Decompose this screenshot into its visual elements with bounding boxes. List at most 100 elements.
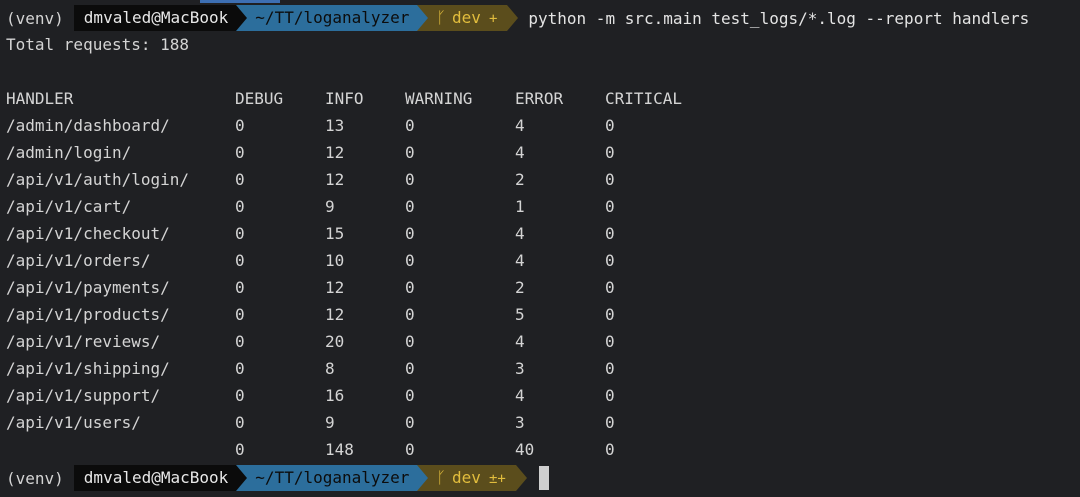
table-header-debug-cell: DEBUG (235, 89, 284, 108)
table-row-critical-cell: 0 (605, 251, 615, 270)
table-totals-row-debug-cell: 0 (235, 440, 245, 459)
active-tab-indicator (200, 0, 280, 3)
table-row-debug-cell: 0 (235, 170, 245, 189)
table-row-info-cell: 10 (325, 251, 345, 270)
table-row-debug-cell: 0 (235, 251, 245, 270)
table-row-error-cell: 4 (515, 224, 525, 243)
table-row-warning-cell: 0 (405, 413, 415, 432)
table-row-critical-cell: 0 (605, 413, 615, 432)
table-row-info-cell: 15 (325, 224, 345, 243)
total-requests-line: Total requests: 188 (6, 35, 190, 54)
table-row-critical-cell: 0 (605, 332, 615, 351)
table-row-debug-cell: 0 (235, 224, 245, 243)
table-row-warning-cell: 0 (405, 197, 415, 216)
table-row-handler-cell: /admin/dashboard/ (6, 116, 170, 135)
user-host-segment: dmvaled@MacBook (73, 465, 237, 491)
table-row-info-cell: 9 (325, 197, 335, 216)
table-row-error-cell: 2 (515, 278, 525, 297)
table-row-critical-cell: 0 (605, 386, 615, 405)
table-row-info-cell: 12 (325, 143, 345, 162)
table-row-error-cell: 4 (515, 143, 525, 162)
table-row-critical-cell: 0 (605, 224, 615, 243)
table-totals-row-info-cell: 148 (325, 440, 354, 459)
prompt-separator-arrow (236, 5, 248, 31)
git-segment: ᚴ dev + (428, 5, 508, 31)
table-totals-row-error-cell: 40 (515, 440, 535, 459)
table-row-info-cell: 16 (325, 386, 345, 405)
table-row-warning-cell: 0 (405, 386, 415, 405)
table-row-debug-cell: 0 (235, 143, 245, 162)
table-row-critical-cell: 0 (605, 305, 615, 324)
git-branch-icon: ᚴ (436, 468, 447, 487)
table-row-warning-cell: 0 (405, 143, 415, 162)
table-row-handler-cell: /api/v1/checkout/ (6, 224, 170, 243)
window-top-edge (0, 0, 1080, 4)
table-row-error-cell: 4 (515, 251, 525, 270)
table-row-debug-cell: 0 (235, 278, 245, 297)
table-row-warning-cell: 0 (405, 251, 415, 270)
table-header-critical-cell: CRITICAL (605, 89, 683, 108)
table-row-warning-cell: 0 (405, 359, 415, 378)
table-row-error-cell: 1 (515, 197, 525, 216)
table-row-handler-cell: /api/v1/shipping/ (6, 359, 170, 378)
cwd-segment: ~/TT/loganalyzer (247, 5, 418, 31)
venv-label: (venv) (6, 8, 64, 28)
prompt-separator-arrow (236, 465, 248, 491)
table-row-info-cell: 20 (325, 332, 345, 351)
table-row-critical-cell: 0 (605, 197, 615, 216)
table-totals-row-critical-cell: 0 (605, 440, 615, 459)
table-row-error-cell: 3 (515, 413, 525, 432)
cwd-segment: ~/TT/loganalyzer (247, 465, 418, 491)
table-row-handler-cell: /api/v1/cart/ (6, 197, 132, 216)
git-status: ±+ (488, 471, 506, 487)
table-row-error-cell: 4 (515, 332, 525, 351)
prompt-separator-arrow (515, 465, 527, 491)
table-row-info-cell: 12 (325, 278, 345, 297)
table-row-warning-cell: 0 (405, 332, 415, 351)
shell-prompt-1: (venv) dmvaled@MacBook ~/TT/loganalyzer … (0, 5, 1029, 31)
prompt-separator-arrow (417, 465, 429, 491)
table-row-error-cell: 2 (515, 170, 525, 189)
table-row-debug-cell: 0 (235, 305, 245, 324)
command-text: python -m src.main test_logs/*.log --rep… (528, 8, 1030, 28)
table-row-info-cell: 12 (325, 170, 345, 189)
table-row-info-cell: 12 (325, 305, 345, 324)
table-row-handler-cell: /api/v1/support/ (6, 386, 161, 405)
table-row-debug-cell: 0 (235, 197, 245, 216)
terminal-cursor[interactable] (538, 466, 549, 490)
table-row-debug-cell: 0 (235, 332, 245, 351)
table-row-critical-cell: 0 (605, 359, 615, 378)
prompt-separator-arrow (417, 5, 429, 31)
table-row-info-cell: 13 (325, 116, 345, 135)
table-header-handler-cell: HANDLER (6, 89, 74, 108)
table-row-handler-cell: /api/v1/orders/ (6, 251, 151, 270)
venv-label: (venv) (6, 468, 64, 488)
table-row-error-cell: 4 (515, 116, 525, 135)
table-row-critical-cell: 0 (605, 143, 615, 162)
table-row-warning-cell: 0 (405, 116, 415, 135)
table-totals-row-warning-cell: 0 (405, 440, 415, 459)
table-row-critical-cell: 0 (605, 116, 615, 135)
table-row-warning-cell: 0 (405, 224, 415, 243)
shell-prompt-2[interactable]: (venv) dmvaled@MacBook ~/TT/loganalyzer … (0, 465, 549, 491)
table-row-critical-cell: 0 (605, 278, 615, 297)
table-row-error-cell: 4 (515, 386, 525, 405)
table-row-warning-cell: 0 (405, 278, 415, 297)
table-row-debug-cell: 0 (235, 386, 245, 405)
user-host-segment: dmvaled@MacBook (73, 5, 237, 31)
table-row-handler-cell: /api/v1/auth/login/ (6, 170, 190, 189)
table-row-debug-cell: 0 (235, 413, 245, 432)
table-row-debug-cell: 0 (235, 359, 245, 378)
table-row-handler-cell: /api/v1/users/ (6, 413, 141, 432)
git-status: + (488, 11, 498, 27)
table-row-warning-cell: 0 (405, 170, 415, 189)
table-row-error-cell: 5 (515, 305, 525, 324)
table-row-debug-cell: 0 (235, 116, 245, 135)
git-branch-icon: ᚴ (436, 8, 447, 27)
table-row-handler-cell: /api/v1/reviews/ (6, 332, 161, 351)
table-header-info-cell: INFO (325, 89, 364, 108)
table-header-error-cell: ERROR (515, 89, 564, 108)
git-branch-name: dev (452, 468, 481, 487)
table-row-handler-cell: /api/v1/products/ (6, 305, 170, 324)
table-row-critical-cell: 0 (605, 170, 615, 189)
